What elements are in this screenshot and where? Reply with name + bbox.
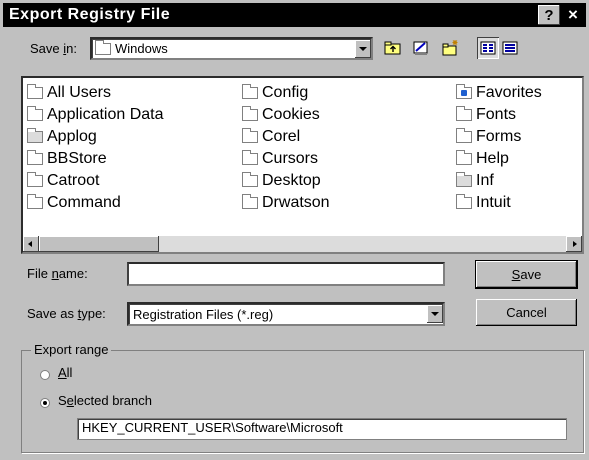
scrollbar-track[interactable] — [159, 236, 566, 252]
list-item[interactable]: Command — [27, 192, 164, 214]
arrow-right-icon — [573, 241, 577, 247]
details-view-icon — [502, 41, 518, 55]
scroll-left-button[interactable] — [23, 236, 39, 252]
list-item[interactable]: Forms — [456, 126, 542, 148]
list-item[interactable]: Catroot — [27, 170, 164, 192]
list-item[interactable]: Inf — [456, 170, 542, 192]
folder-icon — [27, 172, 43, 187]
up-folder-icon — [384, 41, 401, 55]
folder-icon — [242, 128, 258, 143]
scroll-right-button[interactable] — [566, 236, 582, 252]
folder-icon — [456, 106, 472, 121]
all-radio-label[interactable]: All — [58, 365, 72, 380]
list-item[interactable]: Help — [456, 148, 542, 170]
save-in-label: Save in: — [30, 41, 77, 56]
list-item[interactable]: Fonts — [456, 104, 542, 126]
list-item[interactable]: All Users — [27, 82, 164, 104]
desktop-button[interactable] — [410, 37, 432, 59]
folder-icon — [242, 106, 258, 121]
selected-branch-radio[interactable] — [40, 398, 50, 408]
list-item[interactable]: Cursors — [242, 148, 330, 170]
cancel-button[interactable]: Cancel — [476, 299, 577, 326]
horizontal-scrollbar[interactable] — [23, 236, 582, 252]
list-item[interactable]: Config — [242, 82, 330, 104]
save-button[interactable]: Save — [475, 260, 578, 289]
file-list[interactable]: All Users Application Data Applog BBStor… — [21, 76, 584, 254]
dropdown-arrow-icon[interactable] — [355, 39, 371, 58]
folder-icon — [27, 150, 43, 165]
folder-icon — [242, 150, 258, 165]
favorites-folder-icon — [456, 84, 472, 99]
selected-branch-label[interactable]: Selected branch — [58, 393, 152, 408]
file-list-column: Favorites Fonts Forms Help Inf Intuit — [456, 82, 542, 214]
close-button[interactable]: × — [562, 5, 584, 25]
file-name-input[interactable] — [127, 262, 445, 286]
folder-icon — [456, 172, 472, 187]
folder-icon — [242, 84, 258, 99]
list-item[interactable]: Applog — [27, 126, 164, 148]
folder-icon — [27, 84, 43, 99]
list-view-icon — [480, 41, 496, 55]
file-list-column: All Users Application Data Applog BBStor… — [27, 82, 164, 214]
desktop-icon — [413, 41, 428, 55]
folder-icon — [95, 39, 111, 55]
dialog-title: Export Registry File — [9, 6, 171, 23]
scrollbar-thumb[interactable] — [39, 236, 159, 252]
arrow-left-icon — [28, 241, 32, 247]
list-item[interactable]: Cookies — [242, 104, 330, 126]
save-as-type-dropdown[interactable]: Registration Files (*.reg) — [127, 302, 445, 326]
details-view-button[interactable] — [499, 37, 521, 59]
title-bar[interactable]: Export Registry File ? × — [3, 3, 586, 27]
save-in-dropdown[interactable]: Windows — [90, 37, 373, 60]
folder-icon — [456, 150, 472, 165]
save-as-type-label: Save as type: — [27, 306, 106, 321]
folder-icon — [27, 128, 43, 143]
list-view-button[interactable] — [477, 37, 499, 59]
file-name-label: File name: — [27, 266, 88, 281]
list-item[interactable]: Application Data — [27, 104, 164, 126]
export-registry-dialog: Export Registry File ? × Save in: Window… — [0, 0, 589, 460]
new-folder-button[interactable] — [440, 37, 462, 59]
new-folder-icon — [442, 40, 458, 56]
list-item[interactable]: Favorites — [456, 82, 542, 104]
all-radio[interactable] — [40, 370, 50, 380]
folder-icon — [242, 194, 258, 209]
list-item[interactable]: Drwatson — [242, 192, 330, 214]
help-button[interactable]: ? — [538, 5, 560, 25]
dropdown-arrow-icon[interactable] — [427, 305, 443, 323]
list-item[interactable]: Corel — [242, 126, 330, 148]
up-folder-button[interactable] — [382, 37, 404, 59]
branch-path-input[interactable]: HKEY_CURRENT_USER\Software\Microsoft — [77, 418, 567, 440]
folder-icon — [27, 194, 43, 209]
save-in-value: Windows — [115, 41, 168, 56]
export-range-title: Export range — [31, 342, 112, 357]
list-item[interactable]: Intuit — [456, 192, 542, 214]
folder-icon — [456, 128, 472, 143]
folder-icon — [242, 172, 258, 187]
export-range-group: Export range All Selected branch HKEY_CU… — [21, 342, 584, 453]
list-item[interactable]: BBStore — [27, 148, 164, 170]
save-as-type-value: Registration Files (*.reg) — [133, 306, 274, 322]
file-list-column: Config Cookies Corel Cursors Desktop Drw… — [242, 82, 330, 214]
list-item[interactable]: Desktop — [242, 170, 330, 192]
folder-icon — [27, 106, 43, 121]
folder-icon — [456, 194, 472, 209]
